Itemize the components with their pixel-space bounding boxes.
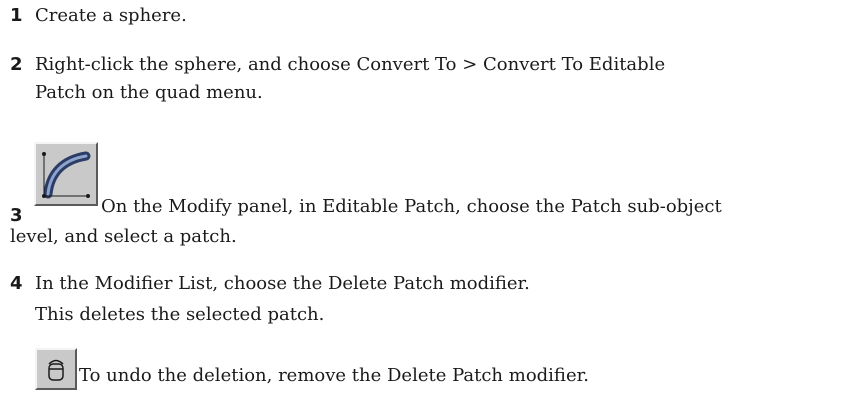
- step-3: 3 On the Modify panel, in Editable Patch…: [10, 142, 847, 247]
- patch-subobject-icon: [34, 142, 98, 206]
- step-text-line-1: On the Modify panel, in Editable Patch, …: [101, 196, 722, 217]
- step-text-line-1: In the Modifier List, choose the Delete …: [35, 273, 530, 294]
- step-text-line-2: This deletes the selected patch.: [35, 304, 325, 325]
- step-number: 2: [10, 54, 23, 75]
- step-text: Create a sphere.: [35, 5, 187, 26]
- step-text-line-1: Right-click the sphere, and choose Conve…: [35, 54, 666, 75]
- step-text-line-2: Patch on the quad menu.: [35, 82, 263, 103]
- step-number: 4: [10, 273, 23, 294]
- step-1: 1 Create a sphere.: [10, 2, 847, 30]
- remove-modifier-trash-icon: [35, 348, 77, 390]
- step-4: 4 In the Modifier List, choose the Delet…: [10, 270, 847, 329]
- step-number: 1: [10, 5, 23, 26]
- tip-text: To undo the deletion, remove the Delete …: [79, 365, 589, 386]
- tip: To undo the deletion, remove the Delete …: [10, 348, 847, 394]
- step-text-line-2: level, and select a patch.: [10, 226, 237, 247]
- step-2: 2 Right-click the sphere, and choose Con…: [10, 51, 847, 107]
